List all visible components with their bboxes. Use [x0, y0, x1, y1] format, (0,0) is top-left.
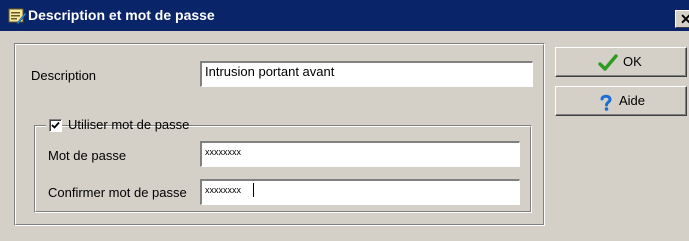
password-field[interactable]: xxxxxxxx: [200, 141, 520, 167]
dialog-title: Description et mot de passe: [28, 7, 215, 23]
use-password-toggle[interactable]: Utiliser mot de passe: [46, 116, 189, 134]
password-value: xxxxxxxx: [205, 147, 241, 157]
description-value: Intrusion portant avant: [205, 64, 335, 79]
description-label: Description: [31, 68, 97, 83]
text-caret: [253, 183, 254, 197]
close-button[interactable]: ✕: [675, 10, 689, 28]
confirm-password-value: xxxxxxxx: [205, 185, 241, 195]
password-label: Mot de passe: [48, 148, 127, 163]
use-password-checkbox[interactable]: [49, 119, 62, 132]
checkmark-icon: [51, 121, 60, 129]
description-field[interactable]: Intrusion portant avant: [200, 61, 533, 87]
question-mark-icon: [600, 94, 612, 111]
close-icon: ✕: [680, 11, 689, 27]
use-password-label: Utiliser mot de passe: [68, 117, 190, 132]
ok-label: OK: [623, 54, 642, 69]
title-bar[interactable]: Description et mot de passe ✕: [0, 0, 689, 31]
confirm-password-field[interactable]: xxxxxxxx: [200, 179, 520, 205]
help-button[interactable]: Aide: [555, 86, 687, 116]
confirm-password-label: Confirmer mot de passe: [48, 185, 187, 200]
ok-button[interactable]: OK: [555, 47, 687, 77]
form-edit-icon: [8, 8, 26, 25]
checkmark-icon: [598, 54, 618, 71]
help-label: Aide: [619, 93, 646, 108]
dialog-window: Description et mot de passe ✕ Descriptio…: [0, 0, 689, 241]
